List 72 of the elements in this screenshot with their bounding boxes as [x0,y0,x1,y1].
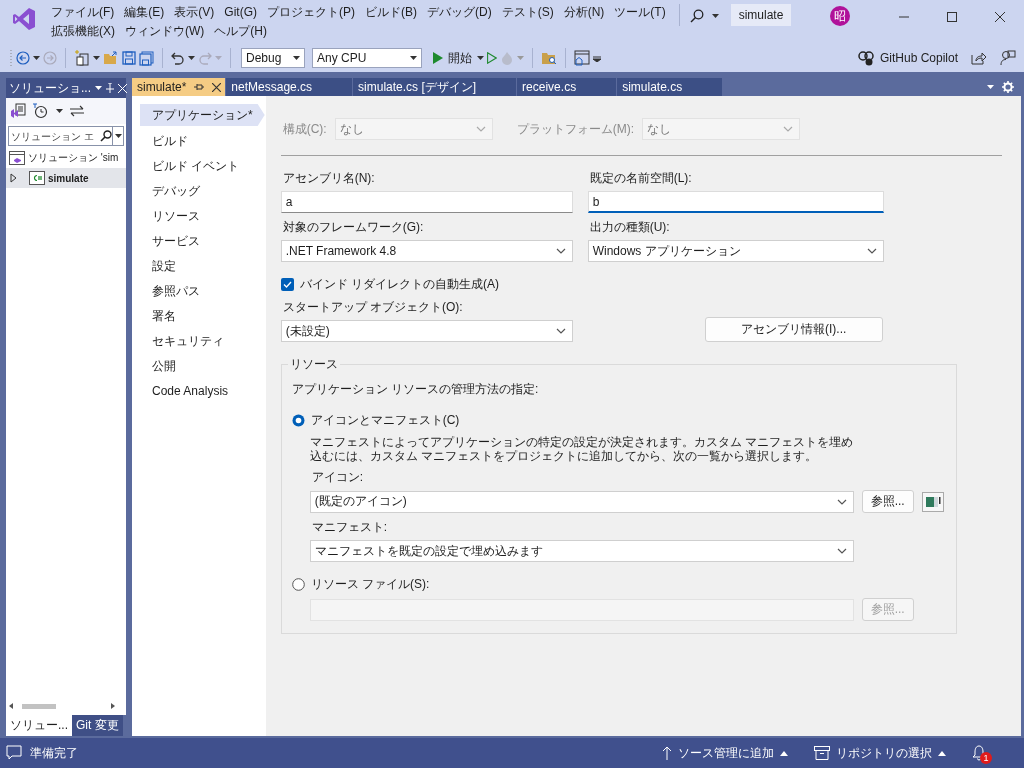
nav-item[interactable]: Code Analysis [140,379,258,404]
field-label: スタートアップ オブジェクト(O): [282,299,464,316]
field-label: 既定の名前空間(L): [589,170,693,187]
dropdown[interactable]: (未設定) [280,320,573,342]
radio-label: アイコンとマニフェスト(C) [310,412,460,429]
text-field[interactable]: a [280,191,573,213]
menu-item[interactable]: 拡張機能(X) [46,24,120,38]
tree-item[interactable]: ソリューション 'sim [6,148,126,168]
menu-item[interactable]: 分析(N) [558,5,610,19]
nav-item[interactable]: 設定 [140,254,258,279]
document-tab[interactable]: netMessage.cs [226,78,353,96]
nav-item[interactable]: ビルド [140,129,258,154]
menu-item[interactable]: ビルド(B) [360,5,422,19]
panel-tab[interactable]: Git 変更 [72,715,123,736]
user-avatar[interactable]: 昭 [830,6,850,26]
menu-item[interactable]: プロジェクト(P) [262,5,360,19]
menu-item[interactable]: ヘルプ(H) [209,24,272,38]
dropdown[interactable]: マニフェストを既定の設定で埋め込みます [309,540,854,562]
nav-item[interactable]: ビルド イベント [140,154,258,179]
platform-dropdown[interactable]: Any CPU [312,48,422,68]
document-tab[interactable]: simulate.cs [デザイン] [353,78,517,96]
repository-button[interactable]: リポジトリの選択 [814,744,946,762]
menu-item[interactable]: テスト(S) [496,5,559,19]
radio-label: リソース ファイル(S): [310,576,430,593]
window-title: simulate [730,4,792,26]
configuration-dropdown[interactable]: Debug [241,48,305,68]
panel-title: ソリューショ... [9,79,91,97]
browse-button[interactable]: 参照... [861,490,914,513]
nav-item[interactable]: 参照パス [140,279,258,304]
document-tab[interactable]: simulate* [132,78,226,96]
source-control-button[interactable]: ソース管理に追加 [662,744,788,762]
dropdown[interactable]: (既定のアイコン) [309,490,854,513]
field-label: アセンブリ名(N): [282,170,376,187]
tree-item[interactable]: simulate [6,168,126,188]
menu-item[interactable]: Git(G) [219,5,262,19]
description-text: アプリケーション リソースの管理方法の指定: [291,381,540,398]
dropdown: なし [334,118,493,140]
dropdown[interactable]: .NET Framework 4.8 [280,240,573,262]
nav-item[interactable]: サービス [140,229,258,254]
search-field[interactable]: ソリューション エ [8,126,124,146]
menu-item[interactable]: ウィンドウ(W) [120,24,210,38]
note-text: マニフェストによってアプリケーションの特定の設定が決定されます。カスタム マニフェストを埋め込むには、カスタム マニフェストをプロジェクトに追加してから、次の一覧から選択します。 [309,435,854,463]
nav-item[interactable]: 公開 [140,354,258,379]
nav-item[interactable]: セキュリティ [140,329,258,354]
notification-badge: 1 [980,752,992,764]
field-label: プラットフォーム(M): [516,120,634,138]
text-field[interactable]: b [587,191,884,213]
nav-item[interactable]: アプリケーション* [140,104,265,126]
dropdown: なし [642,118,800,140]
field-label: 構成(C): [282,120,327,138]
group-title: リソース [287,356,340,373]
field-label: 対象のフレームワーク(G): [282,219,425,236]
menu-item[interactable]: デバッグ(D) [422,5,497,19]
nav-item[interactable]: デバッグ [140,179,258,204]
document-tab[interactable]: simulate.cs [617,78,723,96]
document-tab[interactable]: receive.cs [517,78,617,96]
menu-item[interactable]: ツール(T) [609,5,671,19]
start-button[interactable]: 開始 [431,49,474,67]
menu-item[interactable]: ファイル(F) [46,5,120,19]
status-text: 準備完了 [30,744,78,762]
field-label: アイコン: [311,469,364,486]
field-label: 出力の種類(U): [589,219,671,236]
nav-item[interactable]: 署名 [140,304,258,329]
panel-tab[interactable]: ソリュー... [6,715,72,736]
dropdown[interactable]: Windows アプリケーション [587,240,884,262]
field-label: マニフェスト: [311,519,388,536]
menu-item[interactable]: 表示(V) [169,5,220,19]
copilot-button[interactable]: GitHub Copilot [857,50,958,66]
checkbox-label: バインド リダイレクトの自動生成(A) [299,276,499,293]
menu-item[interactable]: 編集(E) [119,5,170,19]
assembly-info-button[interactable]: アセンブリ情報(I)... [704,317,883,342]
nav-item[interactable]: リソース [140,204,258,229]
